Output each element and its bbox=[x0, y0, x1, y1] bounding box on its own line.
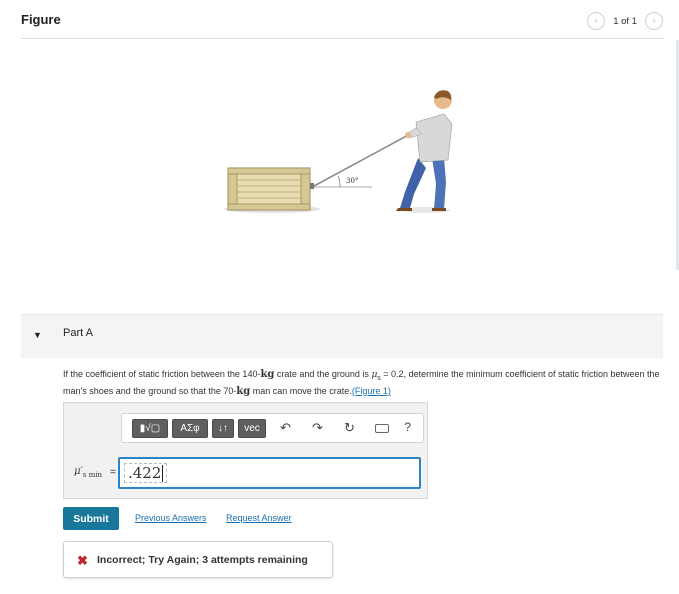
part-a-header[interactable]: ▼ Part A bbox=[21, 314, 663, 358]
angle-label: 30° bbox=[346, 177, 358, 185]
caret-down-icon[interactable]: ▼ bbox=[33, 330, 42, 340]
keyboard-icon[interactable] bbox=[375, 424, 389, 433]
redo-icon[interactable]: ↷ bbox=[312, 420, 323, 436]
text-cursor bbox=[162, 464, 164, 482]
incorrect-icon: ✖ bbox=[77, 553, 88, 568]
question-text: If the coefficient of static friction be… bbox=[63, 369, 660, 397]
submit-button[interactable]: Submit bbox=[63, 507, 119, 530]
answer-value: .422 bbox=[128, 463, 162, 482]
figure-title: Figure bbox=[21, 12, 61, 27]
figure-pager: ‹ 1 of 1 › bbox=[587, 12, 663, 30]
equals-sign: = bbox=[110, 467, 116, 478]
figure-header: Figure ‹ 1 of 1 › bbox=[0, 0, 679, 40]
part-label: Part A bbox=[63, 327, 93, 339]
answer-value-field[interactable]: .422 bbox=[124, 463, 168, 483]
help-icon[interactable]: ? bbox=[404, 420, 411, 434]
request-answer-link[interactable]: Request Answer bbox=[226, 513, 292, 523]
variable-label: μ′s min bbox=[74, 466, 102, 479]
figure-link[interactable]: (Figure 1) bbox=[352, 386, 391, 396]
previous-answers-link[interactable]: Previous Answers bbox=[135, 513, 207, 523]
answer-box: ▮√▢ ΑΣφ ↓↑ vec ↶ ↷ ↻ ? μ′s min = .422 bbox=[63, 402, 428, 499]
chevron-left-icon[interactable]: ‹ bbox=[587, 12, 606, 30]
man bbox=[396, 90, 453, 211]
feedback-box: ✖ Incorrect; Try Again; 3 attempts remai… bbox=[63, 541, 333, 578]
feedback-text: Incorrect; Try Again; 3 attempts remaini… bbox=[97, 554, 308, 566]
rope bbox=[313, 132, 413, 187]
chevron-right-icon[interactable]: › bbox=[645, 12, 663, 30]
crate bbox=[227, 167, 314, 211]
answer-input[interactable]: .422 bbox=[118, 457, 421, 489]
figure-illustration: 30° bbox=[200, 72, 500, 232]
template-button[interactable]: ▮√▢ bbox=[132, 419, 168, 438]
vector-button[interactable]: vec bbox=[238, 419, 266, 438]
divider bbox=[21, 38, 664, 39]
arrows-button[interactable]: ↓↑ bbox=[212, 419, 234, 438]
math-toolbar: ▮√▢ ΑΣφ ↓↑ vec ↶ ↷ ↻ ? bbox=[121, 413, 424, 443]
undo-icon[interactable]: ↶ bbox=[280, 420, 291, 436]
greek-symbols-button[interactable]: ΑΣφ bbox=[172, 419, 208, 438]
reset-icon[interactable]: ↻ bbox=[344, 420, 355, 436]
pager-text: 1 of 1 bbox=[613, 15, 637, 27]
